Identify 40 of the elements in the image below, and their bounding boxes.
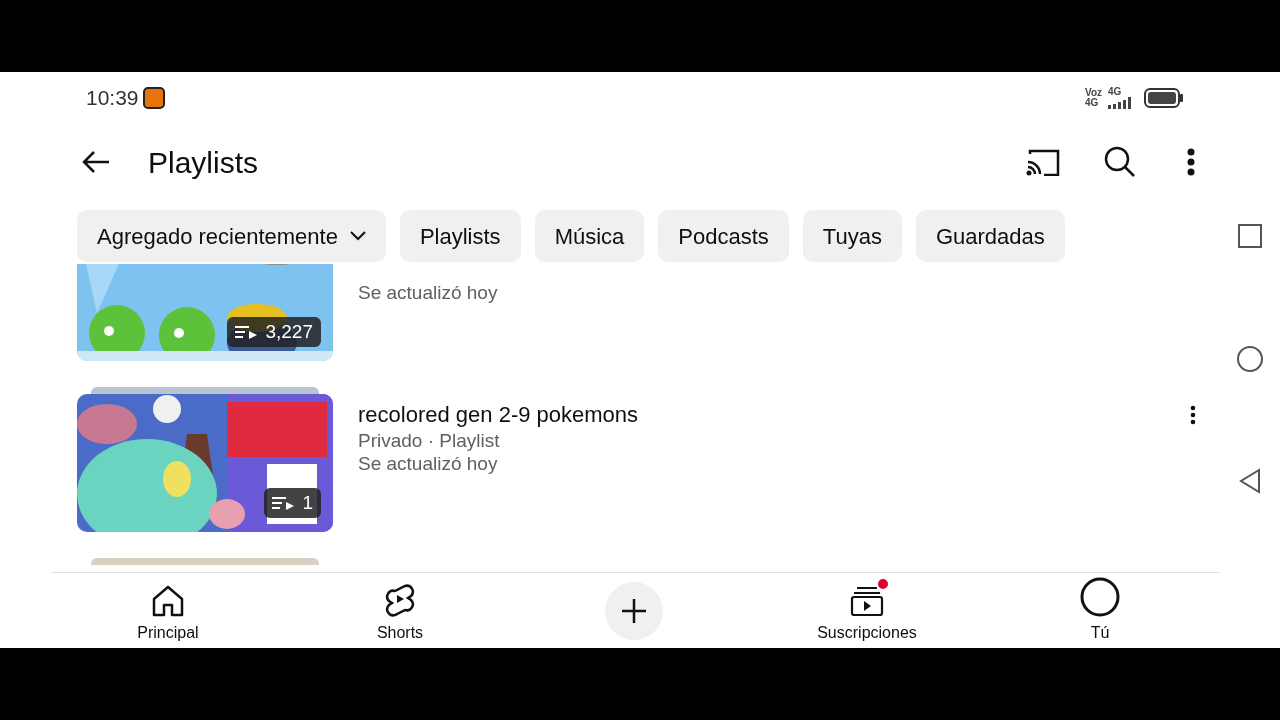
cast-icon[interactable] [1026,147,1060,177]
status-time: 10:39 [86,85,139,112]
network-label: 4G [1084,98,1100,108]
nav-tab[interactable]: Tú [985,576,1215,645]
home-icon [151,584,185,617]
nav-tab[interactable]: Principal [55,576,281,645]
filter-chip[interactable]: Podcasts [658,210,789,262]
battery-icon [1144,88,1184,108]
chevron-down-icon [349,231,366,241]
playlist-updated: Se actualizó hoy [358,453,498,474]
filter-chip[interactable]: Música [534,210,645,262]
playlist-thumbnail[interactable]: 3,227 [77,264,333,361]
filter-chip[interactable]: Guardadas [915,210,1065,262]
search-icon[interactable] [1104,146,1136,178]
network-label: Voz [1084,88,1102,98]
filter-chip[interactable]: Playlists [399,210,521,262]
back-nav-button[interactable] [1238,468,1262,494]
network-type-label: 4G [1108,87,1122,97]
video-count-badge: 3,227 [227,317,321,347]
page-title: Playlists [148,144,259,181]
filter-chip[interactable]: Tuyas [802,210,902,262]
nav-tab[interactable]: Shorts [281,576,519,645]
more-options-icon[interactable] [1190,405,1196,425]
playlist-meta: Privado · Playlist [358,430,500,451]
filter-chip[interactable]: Agregado recientemente [77,210,386,262]
playlist-title: recolored gen 2-9 pokemons [358,402,639,427]
shorts-icon [385,582,415,617]
playlist-icon [235,325,258,339]
app-notification-icon [142,87,165,109]
playlist-updated: Se actualizó hoy [358,282,498,303]
more-options-icon[interactable] [1186,147,1196,177]
home-button[interactable] [1237,346,1263,372]
subscriptions-icon [850,584,884,617]
playlist-icon [272,496,295,510]
video-count-badge: 1 [264,488,321,518]
playlist-thumbnail[interactable]: 1 [77,394,333,532]
nav-tab[interactable]: Suscripciones [749,576,985,645]
avatar-icon [1080,576,1120,617]
recent-apps-button[interactable] [1238,224,1262,248]
plus-icon [621,597,647,624]
